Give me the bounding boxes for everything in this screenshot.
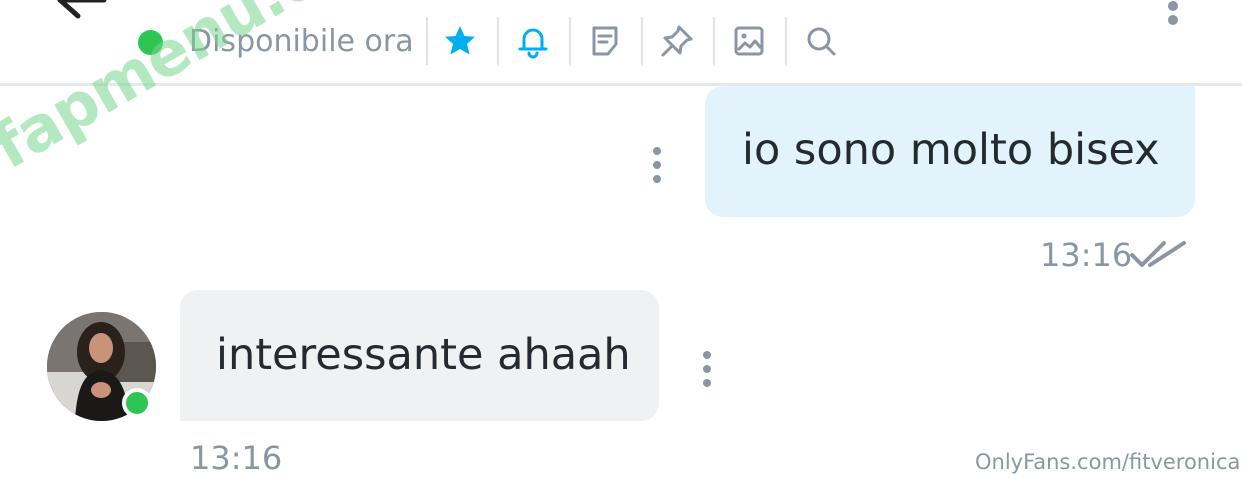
star-icon[interactable] xyxy=(442,23,478,59)
incoming-message-time: 13:16 xyxy=(190,439,283,477)
outgoing-message-time: 13:16 xyxy=(1040,236,1133,274)
avatar-online-dot xyxy=(122,388,152,418)
divider xyxy=(569,17,571,65)
image-icon[interactable] xyxy=(731,23,767,59)
pin-icon[interactable] xyxy=(659,23,695,59)
divider xyxy=(426,17,428,65)
source-watermark: OnlyFans.com/fitveronica xyxy=(975,450,1241,474)
divider xyxy=(785,17,787,65)
bell-icon[interactable] xyxy=(515,23,551,59)
more-vertical-icon[interactable] xyxy=(1166,0,1180,28)
outgoing-message-text: io sono molto bisex xyxy=(742,125,1160,175)
message-options-icon[interactable] xyxy=(651,146,663,184)
message-options-icon[interactable] xyxy=(701,350,713,388)
divider xyxy=(497,17,499,65)
incoming-message-text: interessante ahaah xyxy=(216,330,631,380)
note-icon[interactable] xyxy=(587,23,623,59)
double-check-icon xyxy=(1130,241,1186,267)
divider xyxy=(713,17,715,65)
search-icon[interactable] xyxy=(803,23,839,59)
divider xyxy=(641,17,643,65)
back-arrow-icon[interactable] xyxy=(50,0,110,30)
